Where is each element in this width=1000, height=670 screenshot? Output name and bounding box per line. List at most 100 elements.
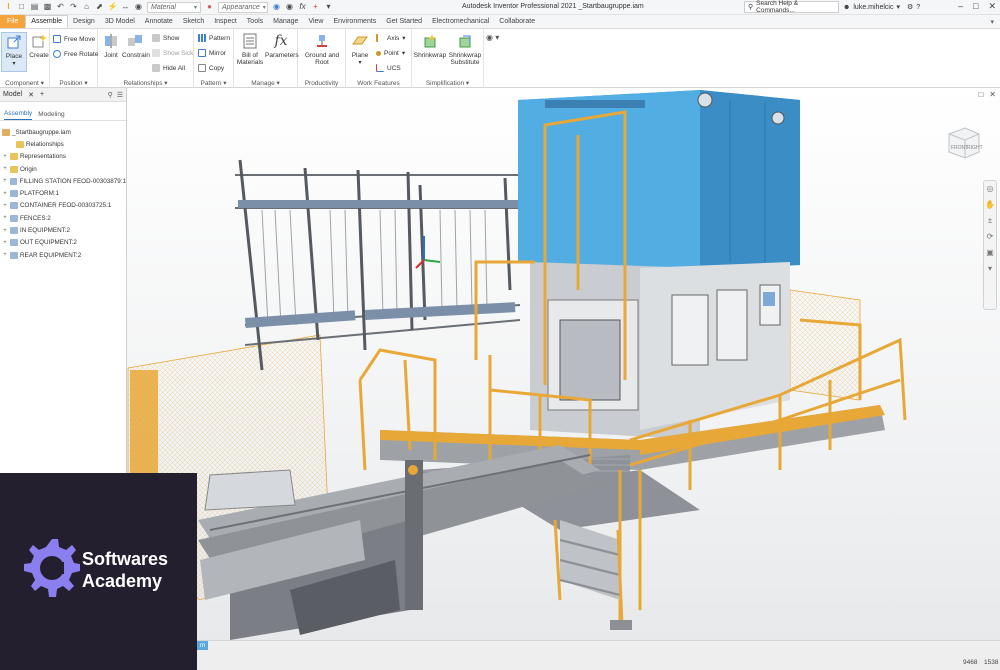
tree-node[interactable]: + Representations bbox=[2, 151, 126, 163]
tab-modeling[interactable]: Modeling bbox=[38, 111, 64, 120]
tree-node[interactable]: + REAR EQUIPMENT:2 bbox=[2, 249, 126, 261]
constrain-button[interactable]: Constrain bbox=[122, 32, 150, 59]
tab-sketch[interactable]: Sketch bbox=[178, 15, 209, 28]
new-file-icon[interactable]: □ bbox=[17, 3, 26, 12]
expand-icon[interactable]: + bbox=[2, 215, 8, 221]
search-input[interactable]: ⚲ Search Help & Commands... bbox=[744, 0, 839, 14]
look-at-icon[interactable]: ▣ bbox=[986, 249, 994, 257]
axis-button[interactable]: Axis ▾ bbox=[376, 34, 406, 42]
nav-menu-icon[interactable]: ▾ bbox=[988, 265, 992, 273]
place-button[interactable]: Place ▾ bbox=[1, 32, 27, 72]
ribbon-extra-button[interactable]: ◉ ▾ bbox=[486, 33, 499, 42]
expand-icon[interactable]: + bbox=[2, 240, 8, 246]
ground-and-root-button[interactable]: Ground and Root bbox=[301, 32, 343, 66]
tree-node[interactable]: Relationships bbox=[2, 138, 126, 150]
steering-wheel-icon[interactable]: ◎ bbox=[987, 185, 994, 193]
minimize-icon[interactable]: – bbox=[958, 1, 963, 12]
point-button[interactable]: Point ▾ bbox=[376, 49, 405, 57]
update-icon[interactable]: ⚡ bbox=[108, 3, 118, 12]
tab-view[interactable]: View bbox=[303, 15, 328, 28]
browser-title[interactable]: Model bbox=[3, 91, 22, 98]
shrinkwrap-button[interactable]: Shrinkwrap bbox=[413, 32, 447, 59]
customize-icon[interactable]: ▾ bbox=[324, 3, 333, 12]
tab-annotate[interactable]: Annotate bbox=[140, 15, 178, 28]
component-panel-title[interactable]: Component ▾ bbox=[0, 79, 49, 87]
pan-icon[interactable]: ✋ bbox=[985, 201, 995, 209]
manage-panel-title[interactable]: Manage ▾ bbox=[234, 79, 297, 87]
free-move-button[interactable]: Free Move bbox=[53, 35, 95, 43]
tree-node[interactable]: + FILLING STATION FEOD-00303879:1 bbox=[2, 175, 126, 187]
inventor-logo-icon[interactable]: I bbox=[4, 3, 13, 12]
mirror-button[interactable]: Mirror bbox=[198, 49, 226, 57]
bill-of-materials-button[interactable]: Bill of Materials bbox=[235, 32, 265, 66]
plane-button[interactable]: Plane ▾ bbox=[347, 32, 373, 66]
pattern-button[interactable]: Pattern bbox=[198, 34, 230, 42]
undo-icon[interactable]: ↶ bbox=[56, 3, 65, 12]
add-icon[interactable]: + bbox=[311, 3, 320, 12]
expand-icon[interactable]: + bbox=[2, 228, 8, 234]
document-tab[interactable]: m bbox=[197, 641, 208, 650]
close-icon[interactable]: ✕ bbox=[989, 90, 996, 99]
tab-3d-model[interactable]: 3D Model bbox=[100, 15, 140, 28]
appearance-combo[interactable]: Appearance ▾ bbox=[218, 1, 268, 13]
appearance-sphere-icon[interactable]: ● bbox=[205, 3, 214, 12]
copy-button[interactable]: Copy bbox=[198, 64, 224, 72]
shrinkwrap-substitute-button[interactable]: Shrinkwrap Substitute bbox=[447, 32, 483, 66]
select-icon[interactable]: ⬈ bbox=[95, 3, 104, 12]
show-button[interactable]: Show bbox=[152, 34, 179, 42]
tab-environments[interactable]: Environments bbox=[328, 15, 381, 28]
help-icon[interactable]: ? bbox=[916, 4, 920, 11]
menu-icon[interactable]: ☰ bbox=[117, 91, 123, 99]
show-sick-button[interactable]: Show Sick bbox=[152, 49, 193, 57]
close-icon[interactable]: ✕ bbox=[28, 91, 34, 99]
tab-manage[interactable]: Manage bbox=[268, 15, 303, 28]
expand-icon[interactable]: + bbox=[2, 166, 8, 172]
zoom-icon[interactable]: ± bbox=[988, 217, 992, 225]
relationships-panel-title[interactable]: Relationships ▾ bbox=[98, 79, 193, 87]
tab-get-started[interactable]: Get Started bbox=[381, 15, 427, 28]
home-icon[interactable]: ⌂ bbox=[82, 3, 91, 12]
expand-icon[interactable]: + bbox=[2, 252, 8, 258]
expand-icon[interactable]: + bbox=[2, 203, 8, 209]
viewcube[interactable]: FRONT RIGHT bbox=[945, 124, 983, 164]
joint-button[interactable]: Joint bbox=[98, 32, 124, 59]
hide-all-button[interactable]: Hide All bbox=[152, 64, 185, 72]
material-combo[interactable]: Material ▾ bbox=[147, 1, 201, 13]
orbit-icon[interactable]: ⟳ bbox=[987, 233, 994, 241]
user-account[interactable]: ☻ luke.mihelcic ▾ ⚙ ? bbox=[843, 3, 920, 12]
tab-tools[interactable]: Tools bbox=[242, 15, 268, 28]
tree-node[interactable]: + OUT EQUIPMENT:2 bbox=[2, 237, 126, 249]
save-icon[interactable]: ▩ bbox=[43, 3, 52, 12]
parameters-button[interactable]: fx Parameters bbox=[265, 32, 299, 59]
simplification-panel-title[interactable]: Simplification ▾ bbox=[412, 79, 483, 87]
tree-node[interactable]: + FENCES:2 bbox=[2, 212, 126, 224]
tree-node[interactable]: + PLATFORM:1 bbox=[2, 187, 126, 199]
ribbon-options-icon[interactable]: ▾ bbox=[990, 15, 1000, 28]
tab-file[interactable]: File bbox=[0, 15, 26, 28]
clear-appearance-icon[interactable]: ◉ bbox=[272, 3, 281, 12]
create-button[interactable]: Create bbox=[26, 32, 52, 59]
tree-node[interactable]: + CONTAINER FEOD-00303725:1 bbox=[2, 200, 126, 212]
help-circle-icon[interactable]: ◉ bbox=[134, 3, 143, 12]
graphics-viewport[interactable]: □ ✕ FRONT RIGHT ◎ ✋ ± ⟳ ▣ ▾ bbox=[127, 88, 1000, 640]
search-icon[interactable]: ⚲ bbox=[108, 91, 113, 99]
expand-icon[interactable]: + bbox=[2, 154, 8, 160]
adjust-icon[interactable]: ◉ bbox=[285, 3, 294, 12]
add-icon[interactable]: + bbox=[40, 91, 44, 98]
redo-icon[interactable]: ↷ bbox=[69, 3, 78, 12]
tab-electromechanical[interactable]: Electromechanical bbox=[427, 15, 494, 28]
tab-assemble[interactable]: Assemble bbox=[25, 15, 69, 28]
cart-icon[interactable]: ⚙ bbox=[907, 3, 913, 11]
tree-node[interactable]: + Origin bbox=[2, 163, 126, 175]
tree-root[interactable]: _Startbaugruppe.iam bbox=[2, 126, 126, 138]
free-rotate-button[interactable]: Free Rotate bbox=[53, 50, 98, 58]
tab-assembly[interactable]: Assembly bbox=[4, 110, 33, 120]
maximize-icon[interactable]: □ bbox=[973, 1, 978, 12]
restore-icon[interactable]: □ bbox=[978, 90, 983, 99]
ucs-button[interactable]: UCS bbox=[376, 64, 401, 72]
position-panel-title[interactable]: Position ▾ bbox=[50, 79, 97, 87]
tree-node[interactable]: + IN EQUIPMENT:2 bbox=[2, 224, 126, 236]
function-icon[interactable]: fx bbox=[298, 3, 307, 12]
tab-design[interactable]: Design bbox=[68, 15, 100, 28]
tab-inspect[interactable]: Inspect bbox=[209, 15, 242, 28]
